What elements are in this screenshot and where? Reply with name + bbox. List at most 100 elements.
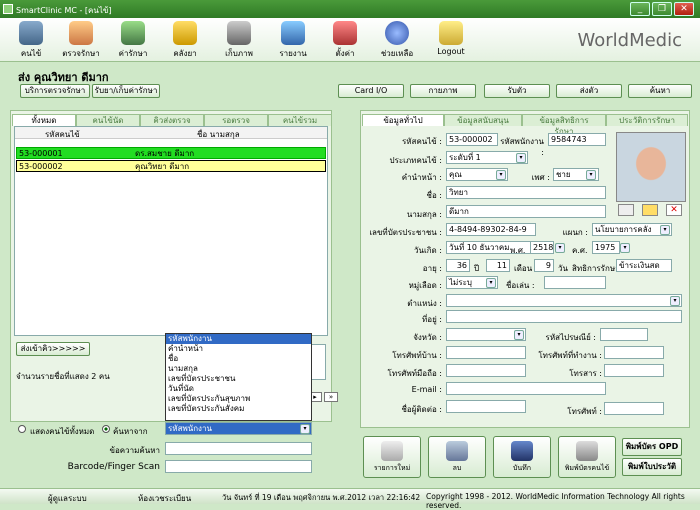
search-text-input[interactable] <box>165 442 312 455</box>
employee-id-field[interactable]: 9584743 <box>548 133 606 146</box>
search-button[interactable]: ค้นหา <box>628 84 692 98</box>
radio-show-all[interactable] <box>18 425 26 433</box>
tab-support[interactable]: ข้อมูลสนับสนุน <box>444 114 522 126</box>
folder-icon[interactable] <box>642 204 658 216</box>
print-history-button[interactable]: พิมพ์ใบประวัติ <box>622 458 682 476</box>
tab-combined[interactable]: คนไข้รวม <box>268 114 332 126</box>
toolbar-examine[interactable]: ตรวจรักษา <box>56 21 106 61</box>
chevron-down-icon[interactable]: ▾ <box>496 170 506 180</box>
home-tel-field[interactable] <box>446 346 526 359</box>
dispense-button[interactable]: รับยา/เก็บค่ารักษา <box>92 84 160 98</box>
tab-general[interactable]: ข้อมูลทั่วไป <box>362 114 444 126</box>
delete-icon[interactable]: ✕ <box>666 204 682 216</box>
tab-all[interactable]: ทั้งหมด <box>12 114 76 126</box>
rights-field[interactable]: ข้าระเงินสด <box>616 259 672 272</box>
toolbar-settings[interactable]: ตั้งค่า <box>320 21 370 61</box>
chevron-down-icon[interactable]: ▾ <box>300 424 310 434</box>
toolbar-label: Logout <box>437 47 465 56</box>
print-opd-button[interactable]: พิมพ์บัตร OPD <box>622 438 682 456</box>
restore-button[interactable]: ❐ <box>652 2 672 16</box>
toolbar-help[interactable]: ช่วยเหลือ <box>372 21 422 61</box>
dropdown-option[interactable]: วันที่นัด <box>166 384 311 394</box>
fax-field[interactable] <box>604 364 664 377</box>
ad-label: ค.ศ. <box>572 246 588 255</box>
chevron-down-icon[interactable]: ▾ <box>620 243 630 253</box>
minimize-button[interactable]: _ <box>630 2 650 16</box>
barcode-input[interactable] <box>165 460 312 473</box>
zip-field[interactable] <box>600 328 648 341</box>
chevron-down-icon[interactable]: ▾ <box>486 278 496 288</box>
dropdown-option[interactable]: เลขที่บัตรประกันสังคม <box>166 404 311 414</box>
physio-button[interactable]: กายภาพ <box>410 84 476 98</box>
mobile-field[interactable] <box>446 364 526 377</box>
last-name-field[interactable]: ดีมาก <box>446 205 606 218</box>
address-label: ที่อยู่ : <box>421 315 442 324</box>
dropdown-option[interactable]: นามสกุล <box>166 364 311 374</box>
tab-queue[interactable]: คิวส่งตรวจ <box>140 114 204 126</box>
nickname-field[interactable] <box>544 276 606 289</box>
refer-button[interactable]: ส่งตัว <box>556 84 622 98</box>
tab-waiting[interactable]: รอตรวจ <box>204 114 268 126</box>
toolbar-images[interactable]: เก็บภาพ <box>214 21 264 61</box>
toolbar-label: ตรวจรักษา <box>62 49 100 58</box>
new-record-button[interactable]: รายการใหม่ <box>363 436 421 478</box>
birth-day: วันที่ 10 <box>449 243 477 252</box>
birth-year-ad[interactable]: 1975 <box>592 241 620 254</box>
save-button[interactable]: บันทึก <box>493 436 551 478</box>
contact-tel-field[interactable] <box>604 402 664 415</box>
dropdown-option[interactable]: เลขที่บัตรประชาชน <box>166 374 311 384</box>
age-months[interactable]: 11 <box>486 259 510 272</box>
camera-icon[interactable] <box>618 204 634 216</box>
work-tel-label: โทรศัพท์ที่ทำงาน : <box>538 351 602 360</box>
table-row[interactable]: 53-000002 คุณวิทยา ดีมาก <box>16 160 326 172</box>
last-icon[interactable]: » <box>324 392 338 402</box>
dropdown-option[interactable]: รหัสพนักงาน <box>166 334 311 344</box>
toolbar-patient[interactable]: คนไข้ <box>6 21 56 61</box>
toolbar-logout[interactable]: Logout <box>426 21 476 61</box>
toolbar-billing[interactable]: ค่ารักษา <box>108 21 158 61</box>
card-io-button[interactable]: Card I/O <box>338 84 404 98</box>
tab-history[interactable]: ประวัติการรักษา <box>606 114 688 126</box>
service-button[interactable]: บริการตรวจรักษา <box>20 84 90 98</box>
first-name-field[interactable]: วิทยา <box>446 186 606 199</box>
dropdown-option[interactable]: เลขที่บัตรประกันสุขภาพ <box>166 394 311 404</box>
tab-appointment[interactable]: คนไข้นัด <box>76 114 140 126</box>
dropdown-option[interactable]: ชื่อ <box>166 354 311 364</box>
first-name-label: ชื่อ : <box>426 191 442 200</box>
toolbar-pharmacy[interactable]: คลังยา <box>160 21 210 61</box>
table-row[interactable]: 53-000001 ดร.สมชาย ดีมาก <box>16 147 326 159</box>
age-years[interactable]: 36 <box>446 259 470 272</box>
chevron-down-icon[interactable]: ▾ <box>516 153 526 163</box>
receive-button[interactable]: รับตัว <box>484 84 550 98</box>
address-field[interactable] <box>446 310 682 323</box>
birthdate-label: วันเกิด : <box>414 246 442 255</box>
radio-search-by[interactable] <box>102 425 110 433</box>
years-label: ปี <box>474 264 480 273</box>
chevron-down-icon[interactable]: ▾ <box>514 330 524 340</box>
search-by-dropdown-list[interactable]: รหัสพนักงาน คำนำหน้า ชื่อ นามสกุล เลขที่… <box>165 333 312 421</box>
close-button[interactable]: ✕ <box>674 2 694 16</box>
age-days[interactable]: 9 <box>534 259 554 272</box>
position-select[interactable] <box>446 294 682 307</box>
chevron-down-icon[interactable]: ▾ <box>660 225 670 235</box>
status-bar: ผู้ดูแลระบบ ห้องเวชระเบียน วัน จันทร์ ที… <box>0 488 700 510</box>
print-card-button[interactable]: พิมพ์บัตรคนไข้ <box>558 436 616 478</box>
birth-year-be[interactable]: 2518 <box>530 241 554 254</box>
citizen-id-field[interactable]: 4-8494-89302-84-9 <box>446 223 536 236</box>
send-queue-button[interactable]: ส่งเข้าคิว>>>>> <box>16 342 90 356</box>
chevron-down-icon[interactable]: ▾ <box>670 296 680 306</box>
toolbar-reports[interactable]: รายงาน <box>268 21 318 61</box>
tab-rights[interactable]: ข้อมูลสิทธิการรักษา <box>522 114 606 136</box>
search-by-select[interactable]: รหัสพนักงาน <box>165 422 312 435</box>
email-field[interactable] <box>446 382 606 395</box>
row-name: ดร.สมชาย ดีมาก <box>135 149 195 158</box>
left-tabs: ทั้งหมด คนไข้นัด คิวส่งตรวจ รอตรวจ คนไข้… <box>12 114 332 126</box>
printer-icon <box>576 441 598 461</box>
work-tel-field[interactable] <box>604 346 664 359</box>
contact-field[interactable] <box>446 400 526 413</box>
delete-button[interactable]: ลบ <box>428 436 486 478</box>
dropdown-option[interactable]: คำนำหน้า <box>166 344 311 354</box>
patient-id-field[interactable]: 53-000002 <box>446 133 498 146</box>
chevron-down-icon[interactable]: ▾ <box>586 170 596 180</box>
chevron-down-icon[interactable]: ▾ <box>555 243 565 253</box>
